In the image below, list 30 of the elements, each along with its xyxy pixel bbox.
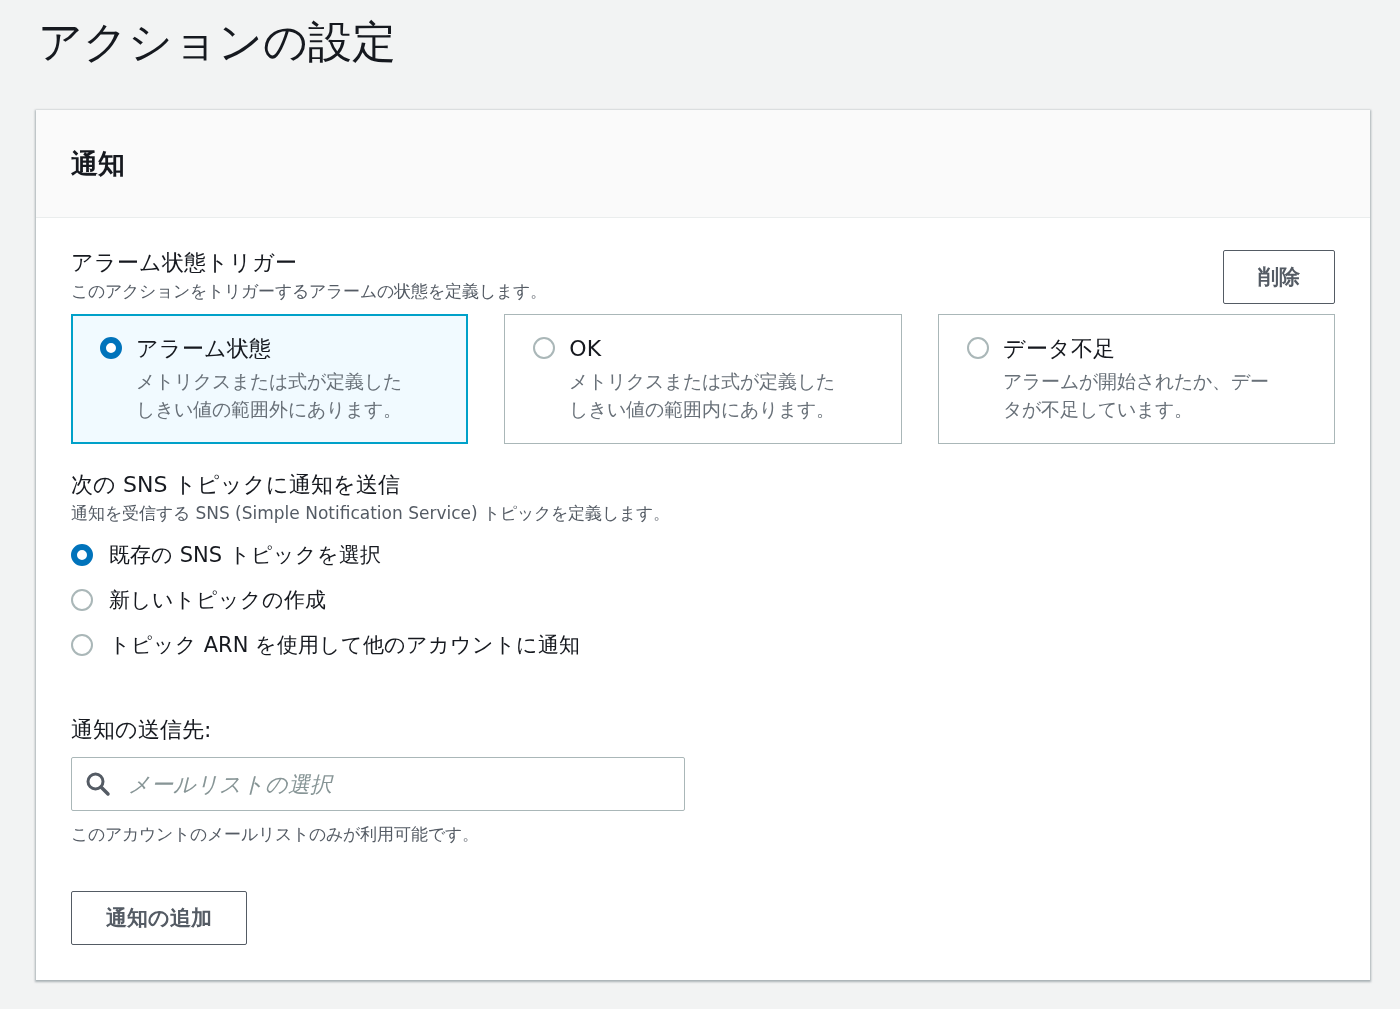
panel-title: 通知 [71, 146, 125, 181]
trigger-description: このアクションをトリガーするアラームの状態を定義します。 [71, 280, 547, 303]
alarm-state-option[interactable]: データ不足 アラームが開始されたか、データが不足しています。 [937, 314, 1335, 444]
radio-label[interactable]: トピック ARN を使用して他のアカウントに通知 [109, 630, 581, 659]
radio-button[interactable] [533, 337, 556, 359]
alarm-state-option[interactable]: アラーム状態 メトリクスまたは式が定義したしきい値の範囲外にあります。 [71, 314, 469, 444]
radio-label[interactable]: 新しいトピックの作成 [109, 585, 326, 614]
option-description: メトリクスまたは式が定義したしきい値の範囲外にあります。 [136, 369, 402, 422]
radio-button[interactable] [71, 543, 93, 566]
recipient-label: 通知の送信先: [71, 716, 213, 744]
trigger-label: アラーム状態トリガー [71, 249, 298, 277]
search-icon [85, 771, 111, 797]
add-notification-button[interactable]: 通知の追加 [71, 891, 247, 945]
option-description: メトリクスまたは式が定義したしきい値の範囲内にあります。 [569, 369, 836, 422]
option-title: データ不足 [1002, 335, 1116, 363]
email-list-search-field[interactable]: メールリストの選択 [71, 757, 685, 811]
page-title: アクションの設定 [38, 15, 397, 69]
recipient-hint: このアカウントのメールリストのみが利用可能です。 [71, 823, 480, 846]
remove-button[interactable]: 削除 [1223, 250, 1335, 304]
sns-label: 次の SNS トピックに通知を送信 [71, 471, 402, 499]
radio-button[interactable] [966, 337, 989, 359]
option-title: アラーム状態 [136, 335, 272, 363]
alarm-state-option[interactable]: OK メトリクスまたは式が定義したしきい値の範囲内にあります。 [504, 314, 902, 444]
radio-button[interactable] [71, 588, 93, 611]
radio-button[interactable] [100, 337, 122, 359]
radio-button[interactable] [71, 633, 93, 656]
option-title: OK [569, 335, 603, 363]
sns-description: 通知を受信する SNS (Simple Notification Service) トピックを定義します。 [71, 502, 671, 525]
option-description: アラームが開始されたか、データが不足しています。 [1002, 369, 1269, 422]
radio-label[interactable]: 既存の SNS トピックを選択 [109, 540, 381, 569]
